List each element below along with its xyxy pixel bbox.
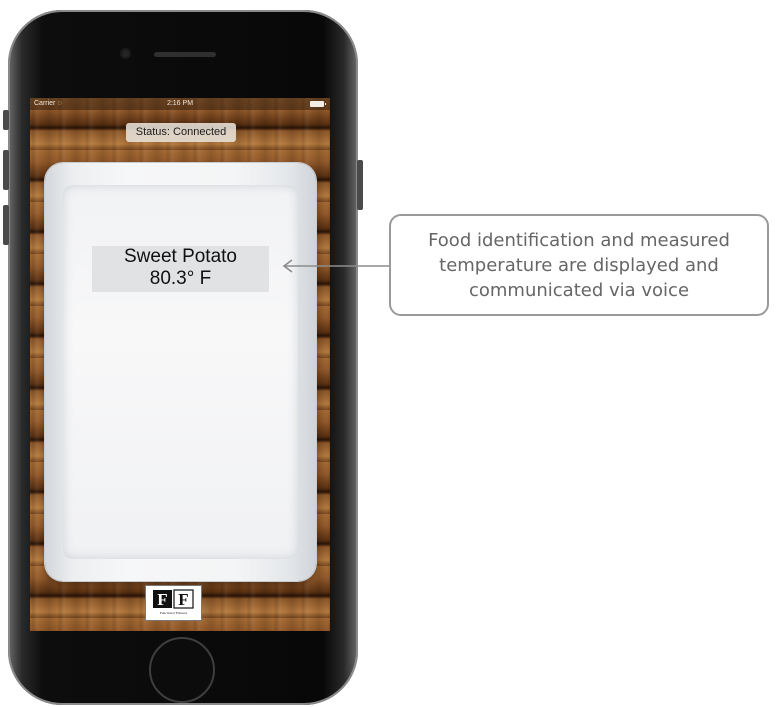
callout-arrow-icon (282, 259, 390, 273)
logo-mark-icon: F F (153, 589, 194, 609)
front-camera-icon (120, 48, 131, 59)
silent-switch (3, 110, 9, 130)
earpiece-speaker (154, 52, 216, 57)
callout-line-3: communicated via voice (468, 279, 690, 301)
volume-up-button (3, 150, 9, 190)
battery-icon (310, 101, 326, 107)
svg-text:F: F (157, 590, 167, 609)
callout-box: Food identification and measured tempera… (389, 214, 769, 316)
plate-surface (63, 185, 298, 559)
status-bar: Carrier ◌ 2:16 PM (30, 98, 330, 110)
status-time: 2:16 PM (166, 100, 194, 107)
home-button[interactable] (149, 637, 215, 703)
plate-image (45, 163, 316, 581)
phone-screen: Carrier ◌ 2:16 PM Status: Connected Sweet… (30, 98, 330, 631)
callout-line-1: Food identification and measured (428, 229, 730, 251)
food-temperature: 80.3° F (149, 268, 212, 289)
callout-line-2: temperature are displayed and (439, 254, 719, 276)
logo-tagline: Functional Fixtures (159, 611, 188, 615)
volume-down-button (3, 205, 9, 245)
food-readout: Sweet Potato 80.3° F (92, 246, 269, 292)
power-button (357, 160, 363, 210)
connection-status: Status: Connected (126, 123, 236, 142)
svg-text:F: F (178, 590, 188, 609)
app-logo: F F Functional Fixtures (146, 586, 201, 620)
food-name: Sweet Potato (123, 246, 238, 267)
